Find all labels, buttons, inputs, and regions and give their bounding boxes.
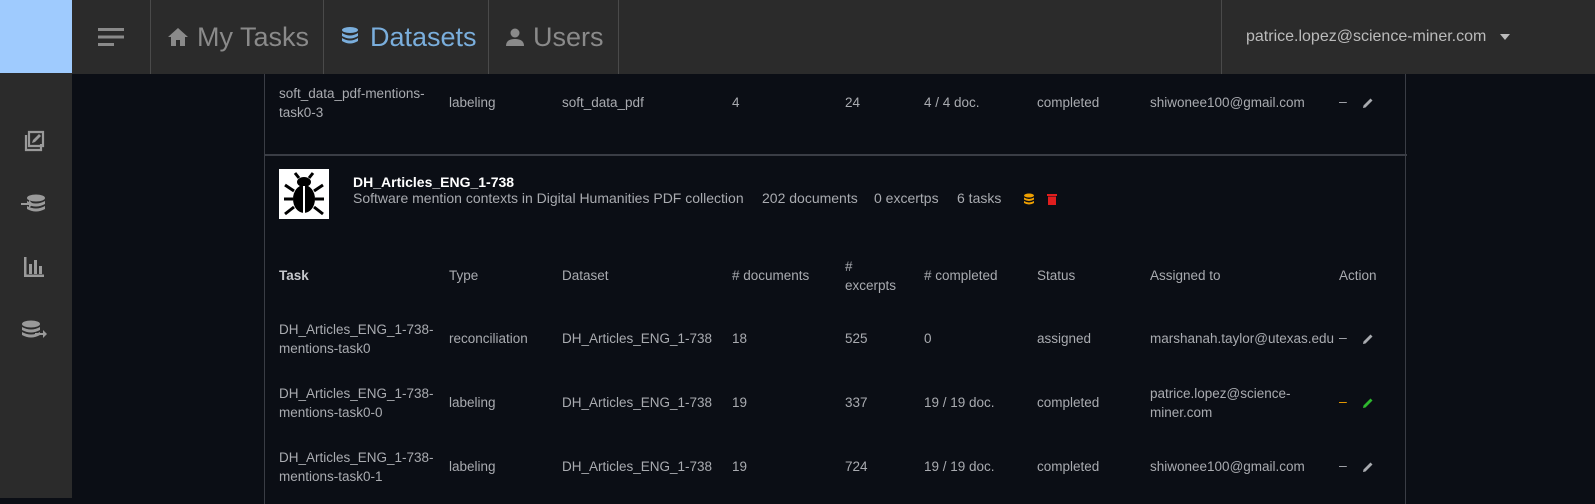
task-excerpts: 24 [845, 95, 861, 110]
unassign-action[interactable]: – [1339, 457, 1347, 473]
task-assignee: marshanah.taylor@utexas.edu [1150, 331, 1335, 346]
app-logo[interactable] [0, 0, 72, 73]
task-status: completed [1037, 95, 1100, 110]
tab-datasets[interactable]: Datasets [323, 0, 488, 74]
task-dataset: DH_Articles_ENG_1-738 [562, 459, 713, 474]
sidebar-item-import[interactable] [20, 190, 48, 218]
dataset-document-count: 202 documents [762, 190, 858, 206]
dataset-delete-button[interactable] [1045, 192, 1059, 206]
section-divider [265, 154, 1407, 156]
col-assigned: Assigned to [1150, 268, 1221, 283]
pencil-icon[interactable] [1362, 333, 1374, 345]
unassign-action[interactable]: – [1339, 329, 1347, 345]
task-type: reconciliation [449, 331, 528, 346]
pencil-icon[interactable] [1362, 461, 1374, 473]
top-bar: My Tasks Datasets Users patrice.lopez@sc… [0, 0, 1595, 74]
task-completed: 19 / 19 doc. [924, 395, 995, 410]
task-documents: 19 [732, 395, 748, 410]
task-status: assigned [1037, 331, 1092, 346]
task-excerpts: 525 [845, 331, 868, 346]
unassign-action[interactable]: – [1339, 93, 1347, 109]
task-completed: 19 / 19 doc. [924, 459, 995, 474]
task-name[interactable]: DH_Articles_ENG_1-738- mentions-task0 [279, 320, 434, 358]
dataset-bug-icon [279, 169, 329, 219]
col-dataset: Dataset [562, 268, 609, 283]
pencil-icon[interactable] [1362, 97, 1374, 109]
datasets-panel: soft_data_pdf-mentions-task0-3 labeling … [264, 74, 1407, 504]
task-name[interactable]: DH_Articles_ENG_1-738- mentions-task0-1 [279, 448, 434, 486]
task-documents: 4 [732, 95, 740, 110]
bar-chart-icon [24, 257, 44, 277]
task-dataset: soft_data_pdf [562, 95, 644, 110]
hamburger-icon [98, 28, 124, 46]
user-menu[interactable]: patrice.lopez@science-miner.com [1221, 0, 1595, 74]
dataset-description: Software mention contexts in Digital Hum… [353, 190, 744, 206]
dataset-export-icon [22, 320, 47, 338]
col-documents: # documents [732, 268, 810, 283]
col-task: Task [279, 268, 309, 283]
task-excerpts: 724 [845, 459, 868, 474]
task-assignee: shiwonee100@gmail.com [1150, 95, 1305, 110]
dataset-import-icon [21, 194, 45, 212]
sidebar-item-annotate[interactable] [20, 127, 48, 155]
task-name[interactable]: DH_Articles_ENG_1-738- mentions-task0-0 [279, 384, 434, 422]
task-completed: 4 / 4 doc. [924, 95, 980, 110]
user-email: patrice.lopez@science-miner.com [1246, 28, 1487, 45]
pencil-icon[interactable] [1362, 397, 1374, 409]
col-excerpts: # excerpts [845, 259, 897, 293]
task-type: labeling [449, 395, 496, 410]
task-dataset: DH_Articles_ENG_1-738 [562, 395, 713, 410]
col-completed: # completed [924, 268, 998, 283]
task-status: completed [1037, 459, 1100, 474]
edit-note-icon [24, 130, 45, 152]
tab-my-tasks-label: My Tasks [197, 21, 310, 52]
dataset-task-count: 6 tasks [957, 190, 1002, 206]
menu-toggle-button[interactable] [72, 0, 150, 74]
col-action: Action [1339, 268, 1377, 283]
task-assignee: patrice.lopez@science-miner.com [1150, 386, 1291, 420]
dataset-excerpt-count: 0 excertps [874, 190, 939, 206]
task-documents: 18 [732, 331, 748, 346]
task-assignee: shiwonee100@gmail.com [1150, 459, 1305, 474]
task-completed: 0 [924, 331, 932, 346]
database-icon [342, 27, 358, 44]
task-type: labeling [449, 459, 496, 474]
col-status: Status [1037, 268, 1076, 283]
sidebar-item-statistics[interactable] [20, 253, 48, 281]
home-icon [168, 28, 188, 46]
tab-datasets-label: Datasets [370, 21, 477, 52]
tab-users[interactable]: Users [488, 0, 619, 74]
dataset-open-button[interactable] [1022, 192, 1036, 206]
tab-my-tasks[interactable]: My Tasks [150, 0, 323, 74]
task-name[interactable]: soft_data_pdf-mentions-task0-3 [279, 84, 425, 122]
tab-users-label: Users [533, 21, 604, 52]
task-documents: 19 [732, 459, 748, 474]
trash-icon [1047, 194, 1057, 205]
sidebar-item-export[interactable] [20, 316, 48, 344]
unassign-action[interactable]: – [1339, 393, 1347, 409]
chevron-down-icon [1500, 34, 1511, 40]
sidebar [0, 74, 72, 498]
col-type: Type [449, 268, 479, 283]
task-status: completed [1037, 395, 1100, 410]
task-excerpts: 337 [845, 395, 868, 410]
task-dataset: DH_Articles_ENG_1-738 [562, 331, 713, 346]
database-icon [1024, 193, 1034, 205]
dataset-title: DH_Articles_ENG_1-738 [353, 174, 515, 190]
person-icon [506, 28, 524, 46]
task-type: labeling [449, 95, 496, 110]
